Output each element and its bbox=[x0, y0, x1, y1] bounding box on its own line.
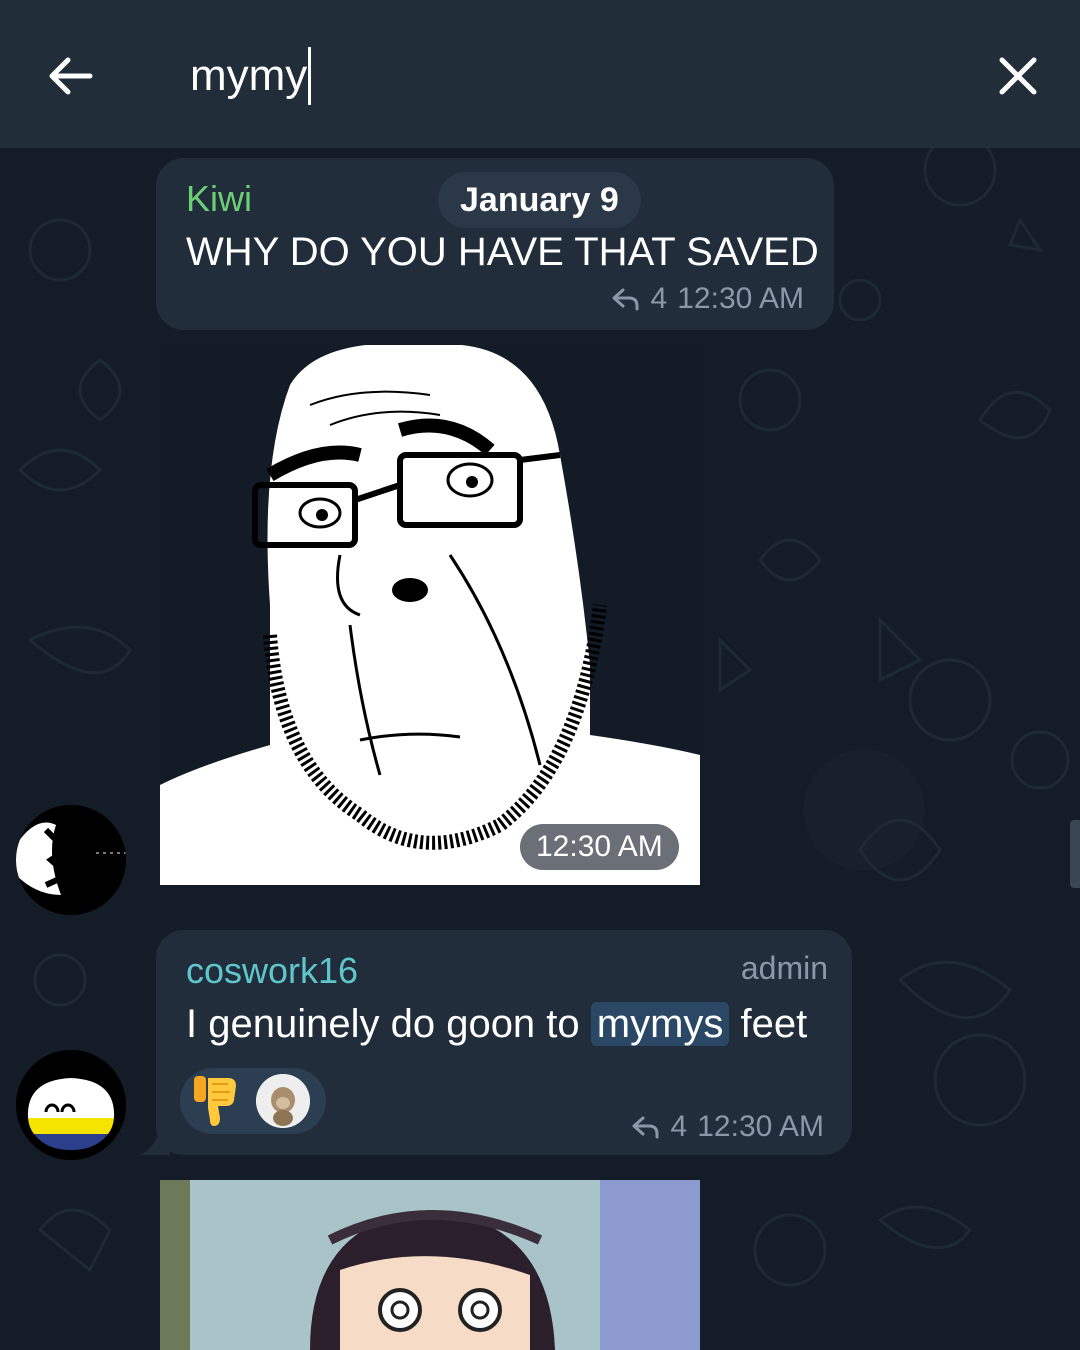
sender-name[interactable]: Kiwi bbox=[186, 178, 252, 220]
admin-tag: admin bbox=[740, 950, 828, 986]
reply-icon bbox=[612, 288, 639, 311]
message-bubble-kiwi[interactable]: Kiwi January 9 WHY DO YOU HAVE THAT SAVE… bbox=[156, 158, 834, 330]
close-search-button[interactable] bbox=[986, 44, 1050, 108]
meme-image-crying-face[interactable] bbox=[160, 345, 700, 885]
message-time: 12:30 AM bbox=[677, 282, 804, 315]
thumbs-down-icon bbox=[188, 1074, 242, 1128]
anime-girl-image bbox=[160, 1180, 700, 1350]
avatar-coswork16[interactable] bbox=[16, 1050, 126, 1160]
dark-hair-avatar bbox=[16, 805, 126, 915]
text-before: I genuinely do goon to bbox=[186, 1002, 591, 1046]
wojak-image bbox=[160, 345, 700, 885]
search-highlight: mymys bbox=[590, 1002, 730, 1046]
scrollbar-thumb[interactable] bbox=[1070, 820, 1080, 888]
reply-count: 4 bbox=[650, 282, 668, 315]
message-bubble-coswork16[interactable]: coswork16 admin I genuinely do goon to m… bbox=[156, 930, 852, 1155]
reply-count: 4 bbox=[670, 1110, 688, 1143]
anime-image[interactable] bbox=[160, 1180, 700, 1350]
avatar-kiwi[interactable] bbox=[16, 805, 126, 915]
reaction-chip[interactable] bbox=[180, 1068, 326, 1134]
sender-name[interactable]: coswork16 bbox=[186, 950, 358, 992]
message-time: 12:30 AM bbox=[697, 1110, 824, 1143]
message-meta: 4 12:30 AM bbox=[611, 282, 804, 316]
monkey-avatar bbox=[256, 1074, 310, 1128]
close-icon bbox=[999, 57, 1037, 95]
back-button[interactable] bbox=[38, 44, 102, 108]
search-query: mymy bbox=[190, 51, 308, 100]
arrow-left-icon bbox=[49, 57, 93, 95]
message-text: WHY DO YOU HAVE THAT SAVED bbox=[186, 230, 819, 274]
reply-icon bbox=[632, 1116, 659, 1139]
search-input[interactable]: mymy bbox=[190, 44, 890, 108]
message-text: I genuinely do goon to mymys feet bbox=[186, 1002, 807, 1047]
text-after: feet bbox=[729, 1002, 808, 1046]
image-time-pill: 12:30 AM bbox=[520, 824, 679, 870]
message-meta: 4 12:30 AM bbox=[631, 1110, 824, 1144]
search-toolbar: mymy bbox=[0, 0, 1080, 148]
countryball-avatar bbox=[16, 1050, 126, 1160]
date-pill: January 9 bbox=[438, 172, 641, 228]
text-cursor bbox=[308, 47, 312, 105]
